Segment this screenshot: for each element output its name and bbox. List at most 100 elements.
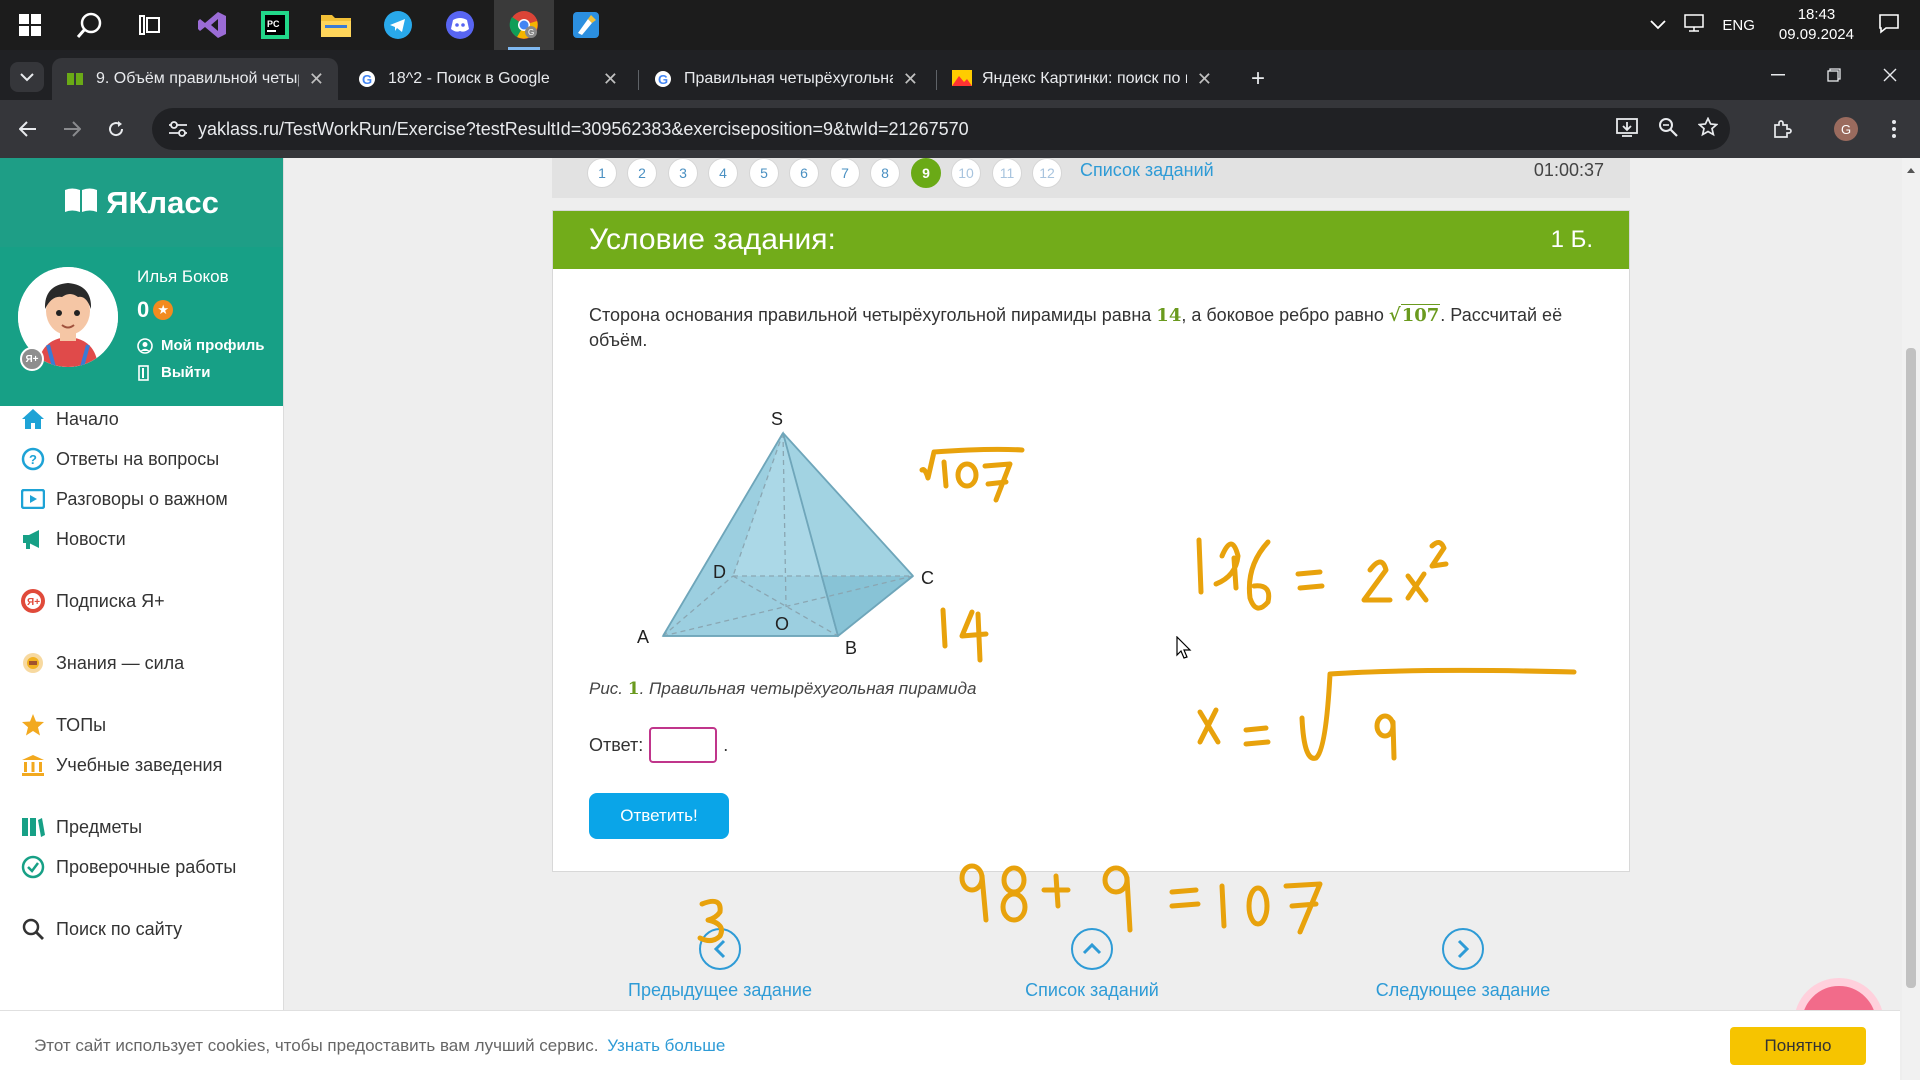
browser-tab-strip: 9. Объём правильной четырё ✕ G 18^2 - По… xyxy=(0,50,1920,100)
sidebar-item-label: ТОПы xyxy=(56,714,107,735)
previous-task-link[interactable]: Предыдущее задание xyxy=(622,928,818,1001)
address-bar[interactable]: yaklass.ru/TestWorkRun/Exercise?testResu… xyxy=(152,108,1730,150)
profile-initial: G xyxy=(1834,117,1858,141)
minimize-button[interactable] xyxy=(1750,50,1806,100)
logo-text: ЯКласс xyxy=(106,184,219,220)
discord-icon[interactable] xyxy=(430,0,490,50)
search-icon[interactable] xyxy=(60,0,120,50)
tab-title: 18^2 - Поиск в Google xyxy=(388,70,550,87)
sidebar-item-important-talks[interactable]: Разговоры о важном xyxy=(20,486,228,512)
sidebar-item-home[interactable]: Начало xyxy=(20,406,119,432)
tab-google-pyramid[interactable]: G Правильная четырёхугольная ✕ xyxy=(640,58,932,100)
sidebar-item-answers[interactable]: ? Ответы на вопросы xyxy=(20,446,219,472)
chrome-icon[interactable]: G xyxy=(494,0,554,50)
edge-value: 107 xyxy=(1400,304,1441,326)
clock-time: 18:43 xyxy=(1797,6,1836,23)
logout-link[interactable]: Выйти xyxy=(137,364,210,381)
answer-input[interactable] xyxy=(649,727,718,763)
caption-prefix: Рис. xyxy=(589,679,624,698)
file-explorer-icon[interactable] xyxy=(306,0,366,50)
close-window-button[interactable] xyxy=(1862,50,1918,100)
forward-icon[interactable] xyxy=(56,113,88,145)
back-icon[interactable] xyxy=(12,113,44,145)
cookie-learn-more-link[interactable]: Узнать больше xyxy=(607,1036,725,1055)
page-button[interactable]: 11 xyxy=(992,158,1022,188)
page-button[interactable]: 8 xyxy=(870,158,900,188)
tab-close-icon[interactable]: ✕ xyxy=(903,69,918,90)
svg-text:Я+: Я+ xyxy=(27,597,40,608)
sidebar-item-tests[interactable]: Проверочные работы xyxy=(20,854,236,880)
install-app-icon[interactable] xyxy=(1616,117,1638,142)
browser-menu-icon[interactable] xyxy=(1878,113,1910,145)
scroll-up-arrow-icon[interactable] xyxy=(1906,166,1916,174)
task-list-bottom-link[interactable]: Список заданий xyxy=(1010,928,1174,1001)
cookie-accept-button[interactable]: Понятно xyxy=(1730,1027,1866,1065)
web-page: ЯКласс Я+ Илья Боков 0 ★ Мой профиль Вый… xyxy=(0,158,1920,1080)
clock[interactable]: 18:43 09.09.2024 xyxy=(1779,5,1854,45)
tab-close-icon[interactable]: ✕ xyxy=(1197,69,1212,90)
sidebar-item-schools[interactable]: Учебные заведения xyxy=(20,752,222,778)
page-button[interactable]: 4 xyxy=(708,158,738,188)
svg-text:G: G xyxy=(658,72,668,87)
card-header: Условие задания: 1 Б. xyxy=(553,211,1629,269)
knowledge-icon xyxy=(20,650,46,676)
page-button[interactable]: 3 xyxy=(668,158,698,188)
my-profile-link[interactable]: Мой профиль xyxy=(137,337,265,354)
new-tab-button[interactable]: + xyxy=(1238,58,1278,100)
sidebar-item-subscription[interactable]: Я+ Подписка Я+ xyxy=(20,588,165,614)
restore-button[interactable] xyxy=(1806,50,1862,100)
caption-number: 1 xyxy=(627,679,640,699)
mouse-cursor-icon xyxy=(1176,636,1192,659)
tab-search-button[interactable] xyxy=(10,62,44,92)
sidebar-item-tops[interactable]: ТОПы xyxy=(20,712,106,738)
page-button[interactable]: 6 xyxy=(789,158,819,188)
page-button[interactable]: 5 xyxy=(749,158,779,188)
sidebar-item-site-search[interactable]: Поиск по сайту xyxy=(20,916,182,942)
visual-studio-icon[interactable] xyxy=(182,0,242,50)
vertex-label-b: B xyxy=(845,638,857,658)
telegram-icon[interactable] xyxy=(368,0,428,50)
notifications-icon[interactable] xyxy=(1878,12,1900,39)
home-icon xyxy=(20,406,46,432)
next-task-link[interactable]: Следующее задание xyxy=(1372,928,1554,1001)
sidebar-item-label: Предметы xyxy=(56,816,143,837)
page-button[interactable]: 10 xyxy=(951,158,981,188)
user-name: Илья Боков xyxy=(137,267,229,286)
tab-close-icon[interactable]: ✕ xyxy=(309,69,324,90)
answer-suffix: . xyxy=(723,734,729,755)
start-icon[interactable] xyxy=(0,0,60,50)
sidebar-item-subjects[interactable]: Предметы xyxy=(20,814,142,840)
task-view-icon[interactable] xyxy=(120,0,180,50)
sidebar-item-news[interactable]: Новости xyxy=(20,526,126,552)
chevron-left-icon xyxy=(699,928,741,970)
language-indicator[interactable]: ENG xyxy=(1722,17,1755,34)
scrollbar-thumb[interactable] xyxy=(1906,348,1916,988)
tab-close-icon[interactable]: ✕ xyxy=(603,69,618,90)
page-button[interactable]: 12 xyxy=(1032,158,1062,188)
task-list-link[interactable]: Список заданий xyxy=(1080,160,1214,181)
bookmark-star-icon[interactable] xyxy=(1697,116,1719,142)
page-button[interactable]: 2 xyxy=(627,158,657,188)
zoom-icon[interactable] xyxy=(1658,117,1678,142)
sidebar-item-knowledge[interactable]: Знания — сила xyxy=(20,650,184,676)
google-favicon-icon: G xyxy=(654,70,672,88)
reload-icon[interactable] xyxy=(100,113,132,145)
pycharm-icon[interactable]: PC xyxy=(245,0,305,50)
page-scrollbar[interactable] xyxy=(1902,158,1920,1080)
pyramid-figure: S A B C D O xyxy=(623,371,963,676)
page-button-current[interactable]: 9 xyxy=(911,158,941,188)
submit-button[interactable]: Ответить! xyxy=(589,793,729,839)
network-icon[interactable] xyxy=(1684,14,1705,36)
page-button[interactable]: 7 xyxy=(830,158,860,188)
extensions-icon[interactable] xyxy=(1766,113,1798,145)
page-button[interactable]: 1 xyxy=(587,158,617,188)
url-text[interactable]: yaklass.ru/TestWorkRun/Exercise?testResu… xyxy=(198,119,969,140)
site-settings-icon[interactable] xyxy=(160,120,196,138)
profile-avatar[interactable]: G xyxy=(1830,113,1862,145)
tab-active[interactable]: 9. Объём правильной четырё ✕ xyxy=(52,58,338,100)
tray-overflow-icon[interactable] xyxy=(1650,17,1667,34)
yaklass-logo[interactable]: ЯКласс xyxy=(0,158,283,247)
tab-google-search[interactable]: G 18^2 - Поиск в Google ✕ xyxy=(344,58,632,100)
tab-yandex-images[interactable]: Яндекс Картинки: поиск по из ✕ xyxy=(938,58,1226,100)
paint-icon[interactable] xyxy=(556,0,616,50)
